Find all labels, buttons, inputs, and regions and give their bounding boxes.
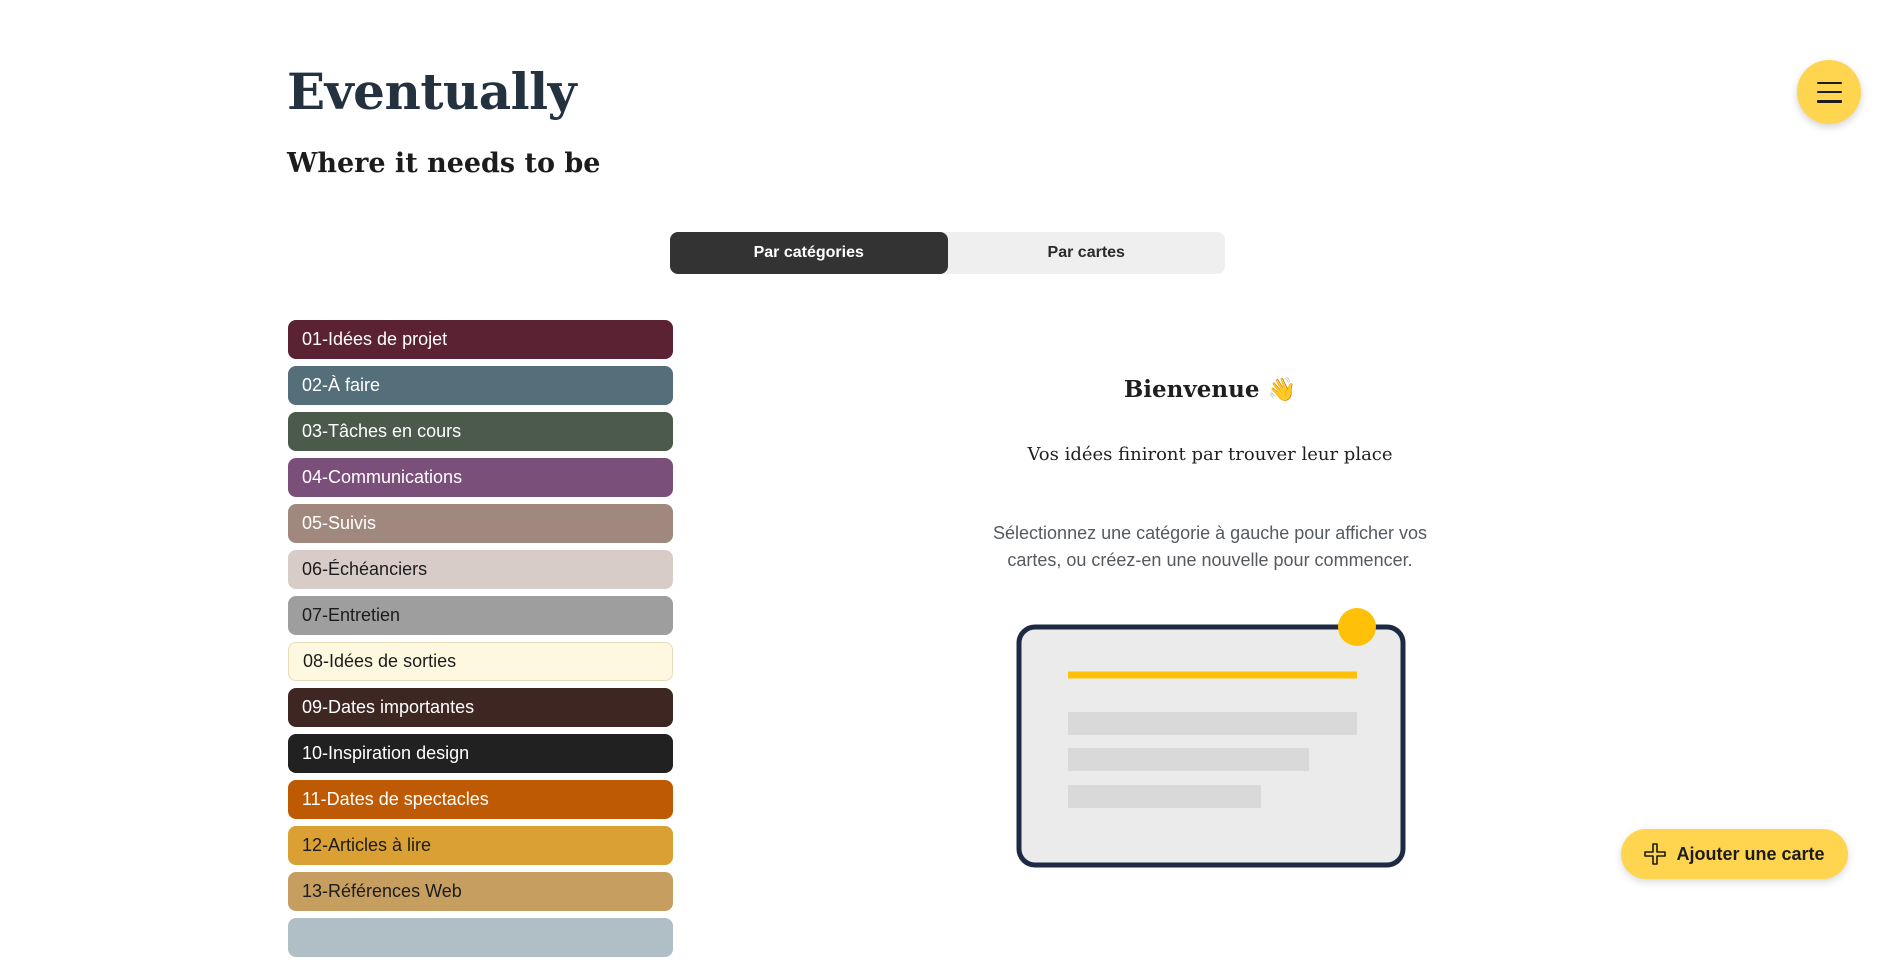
category-item[interactable]: 10-Inspiration design (288, 734, 673, 773)
welcome-description-line: Sélectionnez une catégorie à gauche pour… (993, 523, 1427, 543)
category-item[interactable]: 13-Références Web (288, 872, 673, 911)
welcome-subtitle: Vos idées finiront par trouver leur plac… (1027, 444, 1393, 465)
tab-par-cartes[interactable]: Par cartes (948, 232, 1226, 274)
category-item[interactable]: 08-Idées de sorties (288, 642, 673, 681)
illustration-line (1068, 748, 1309, 771)
illustration-pin (1338, 608, 1376, 646)
welcome-description: Sélectionnez une catégorie à gauche pour… (900, 520, 1520, 574)
category-item[interactable]: 03-Tâches en cours (288, 412, 673, 451)
plus-icon (1644, 843, 1667, 865)
app-title: Eventually (287, 62, 577, 121)
category-item[interactable]: 06-Échéanciers (288, 550, 673, 589)
category-item[interactable]: 05-Suivis (288, 504, 673, 543)
category-item[interactable]: 12-Articles à lire (288, 826, 673, 865)
category-item[interactable]: 11-Dates de spectacles (288, 780, 673, 819)
category-item[interactable]: 07-Entretien (288, 596, 673, 635)
illustration-card-frame (1016, 624, 1406, 868)
category-list: 01-Idées de projet 02-À faire 03-Tâches … (288, 320, 673, 964)
illustration-line (1068, 785, 1261, 808)
category-item[interactable]: 09-Dates importantes (288, 688, 673, 727)
welcome-title: Bienvenue 👋 (1123, 376, 1297, 403)
tab-par-categories[interactable]: Par catégories (670, 232, 948, 274)
hamburger-icon (1816, 81, 1842, 103)
card-illustration (1016, 608, 1406, 868)
category-item[interactable]: 02-À faire (288, 366, 673, 405)
menu-button[interactable] (1797, 60, 1861, 124)
category-item[interactable]: 04-Communications (288, 458, 673, 497)
welcome-description-line: cartes, ou créez-en une nouvelle pour co… (1007, 550, 1413, 570)
add-card-label: Ajouter une carte (1676, 843, 1825, 864)
illustration-line (1068, 712, 1357, 735)
app-subtitle: Where it needs to be (287, 148, 601, 179)
view-tabs: Par catégories Par cartes (670, 232, 1225, 274)
category-item[interactable]: 01-Idées de projet (288, 320, 673, 359)
add-card-button[interactable]: Ajouter une carte (1621, 829, 1848, 879)
